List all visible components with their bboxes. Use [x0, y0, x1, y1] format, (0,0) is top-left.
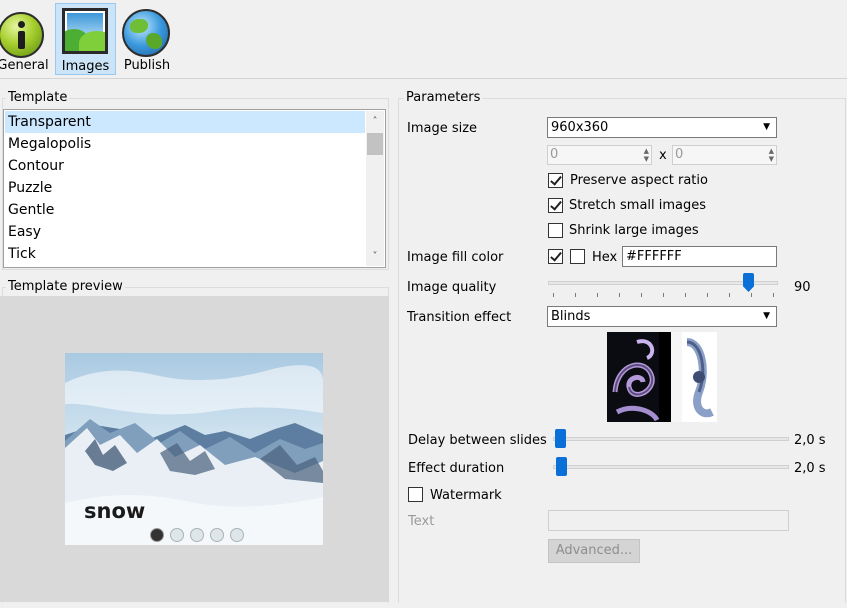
template-item-easy[interactable]: Easy: [5, 221, 365, 243]
preview-pager: [150, 528, 270, 542]
slider-tick: [663, 293, 664, 297]
advanced-button[interactable]: Advanced...: [548, 539, 640, 563]
effect-duration-slider-thumb[interactable]: [556, 457, 567, 476]
slider-tick: [707, 293, 708, 297]
quality-value: 90: [794, 280, 811, 295]
quality-label: Image quality: [407, 280, 497, 295]
pager-dot[interactable]: [190, 528, 204, 542]
slider-tick: [641, 293, 642, 297]
watermark-label[interactable]: Watermark: [430, 488, 502, 503]
delay-label: Delay between slides: [408, 433, 547, 448]
toolbar-divider: [0, 78, 847, 79]
template-item-tick[interactable]: Tick: [5, 243, 365, 265]
chevron-down-icon: ▼: [763, 311, 770, 321]
preserve-aspect-label[interactable]: Preserve aspect ratio: [570, 173, 708, 188]
template-item-megalopolis[interactable]: Megalopolis: [5, 133, 365, 155]
pager-dot-active[interactable]: [150, 528, 164, 542]
transition-label: Transition effect: [407, 310, 512, 325]
pager-dot[interactable]: [230, 528, 244, 542]
delay-slider-track[interactable]: [553, 437, 789, 441]
shrink-large-checkbox[interactable]: [548, 223, 563, 238]
slider-tick: [773, 293, 774, 297]
text-label: Text: [408, 514, 435, 529]
height-value: 0: [675, 147, 684, 162]
slider-tick: [597, 293, 598, 297]
tab-publish-label: Publish: [123, 58, 171, 73]
slider-tick: [575, 293, 576, 297]
spin-arrows-icon[interactable]: ▲ ▼: [644, 147, 649, 163]
slider-tick: [685, 293, 686, 297]
tab-general-label: General: [0, 58, 49, 73]
fill-color-checkbox[interactable]: [548, 249, 563, 264]
scroll-up-icon[interactable]: ˄: [366, 113, 384, 131]
watermark-text-input[interactable]: [548, 510, 789, 531]
image-icon: [62, 8, 108, 54]
stretch-small-label[interactable]: Stretch small images: [569, 198, 706, 213]
width-value: 0: [550, 147, 559, 162]
tab-general[interactable]: General: [0, 3, 50, 75]
template-preview-image: snow: [65, 353, 323, 545]
image-size-label: Image size: [407, 121, 478, 136]
preview-caption: snow: [84, 499, 146, 523]
template-list-scrollbar[interactable]: ˄ ˅: [366, 111, 384, 266]
width-spinner[interactable]: 0 ▲ ▼: [547, 145, 652, 165]
pager-dot[interactable]: [170, 528, 184, 542]
transition-preview-image: [607, 332, 717, 422]
stretch-small-checkbox[interactable]: [548, 198, 563, 213]
fill-color-input[interactable]: #FFFFFF: [622, 246, 777, 267]
delay-value: 2,0 s: [794, 433, 826, 448]
watermark-checkbox[interactable]: [408, 487, 423, 502]
template-item-puzzle[interactable]: Puzzle: [5, 177, 365, 199]
effect-duration-slider-track[interactable]: [553, 465, 789, 469]
chevron-down-icon: ▼: [763, 122, 770, 132]
template-item-transparent[interactable]: Transparent: [5, 111, 365, 133]
scroll-down-icon[interactable]: ˅: [366, 248, 384, 266]
spin-arrows-icon[interactable]: ▲ ▼: [769, 147, 774, 163]
effect-duration-label: Effect duration: [408, 461, 505, 476]
info-icon: [0, 12, 44, 58]
effect-duration-value: 2,0 s: [794, 461, 826, 476]
slider-tick: [729, 293, 730, 297]
delay-slider-thumb[interactable]: [555, 429, 566, 448]
tab-images-label: Images: [61, 59, 110, 74]
pager-dot[interactable]: [210, 528, 224, 542]
hex-checkbox[interactable]: [570, 249, 585, 264]
globe-icon: [122, 9, 170, 57]
scrollbar-thumb[interactable]: [367, 133, 383, 155]
template-item-gentle[interactable]: Gentle: [5, 199, 365, 221]
shrink-large-label[interactable]: Shrink large images: [569, 223, 699, 238]
slider-tick: [751, 293, 752, 297]
fill-color-value: #FFFFFF: [626, 249, 682, 264]
parameters-group-title: Parameters: [404, 90, 483, 105]
toolbar: General Images Publish: [0, 0, 847, 79]
image-size-value: 960x360: [551, 120, 609, 135]
preserve-aspect-checkbox[interactable]: [548, 173, 563, 188]
image-size-select[interactable]: 960x360 ▼: [547, 117, 777, 138]
fill-color-label: Image fill color: [407, 250, 504, 265]
template-list[interactable]: Transparent Megalopolis Contour Puzzle G…: [3, 109, 386, 268]
transition-value: Blinds: [551, 309, 591, 324]
slider-tick: [553, 293, 554, 297]
preview-group-title: Template preview: [6, 279, 125, 294]
transition-select[interactable]: Blinds ▼: [547, 306, 777, 327]
height-spinner[interactable]: 0 ▲ ▼: [672, 145, 777, 165]
template-item-contour[interactable]: Contour: [5, 155, 365, 177]
tab-images[interactable]: Images: [55, 3, 116, 75]
size-separator: x: [659, 148, 667, 163]
template-group-title: Template: [6, 90, 70, 105]
tab-publish[interactable]: Publish: [118, 3, 176, 75]
slider-tick: [619, 293, 620, 297]
hex-label[interactable]: Hex: [592, 250, 617, 265]
